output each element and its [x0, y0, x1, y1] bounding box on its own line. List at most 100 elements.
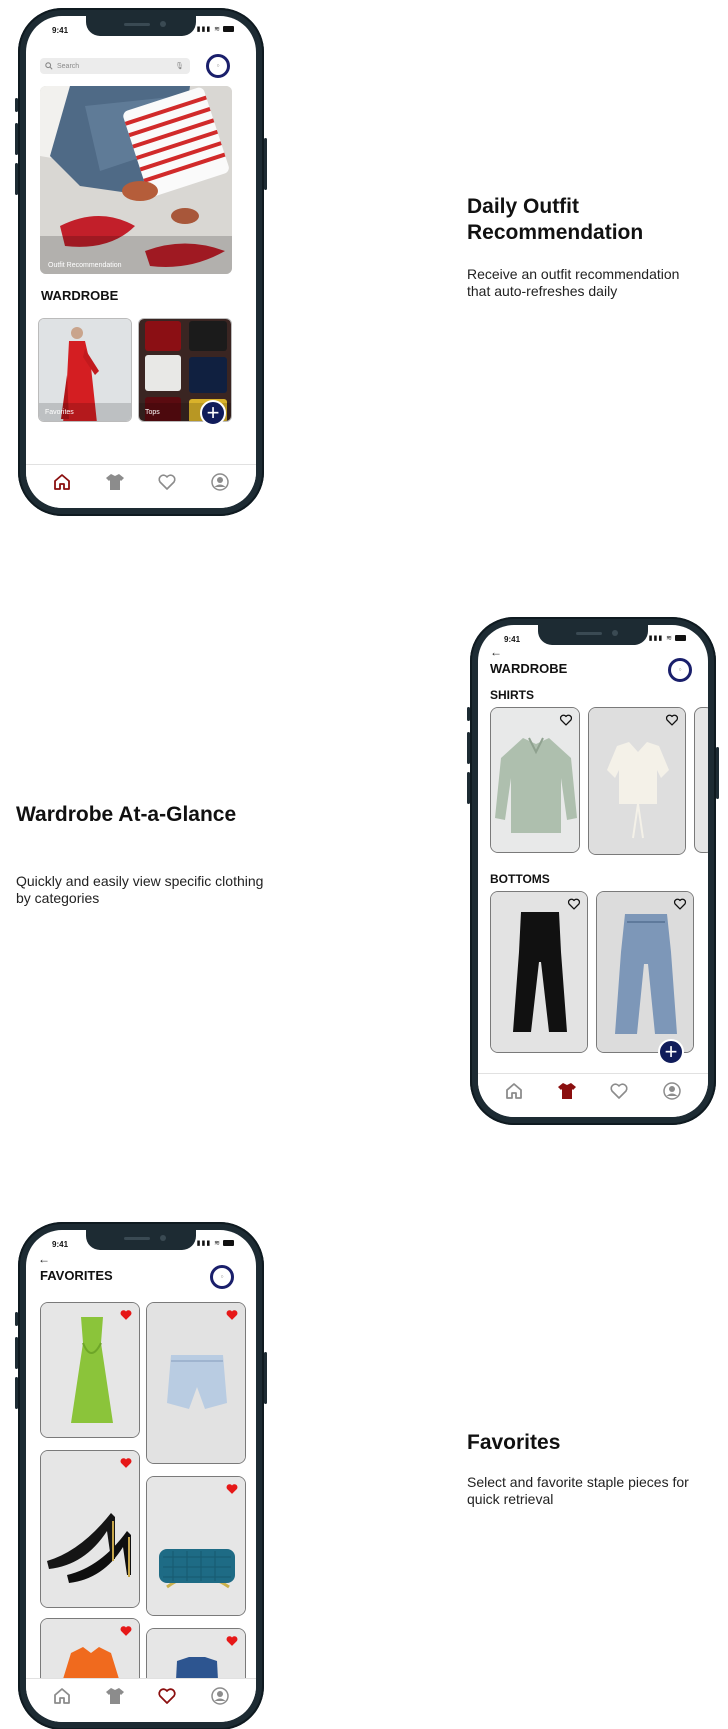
- home-screen: 9:41 ▮▮▮ ≋ Search 🎙 ○ Outfit Recommendat…: [26, 16, 256, 508]
- feature-title-outfit: Daily Outfit Recommendation: [467, 195, 644, 244]
- feature-desc-favorites: Select and favorite staple pieces for qu…: [467, 1474, 689, 1507]
- shirts-title: SHIRTS: [490, 688, 535, 702]
- avatar[interactable]: ○: [668, 658, 692, 682]
- favorite-card-shorts[interactable]: [146, 1302, 246, 1464]
- feature-title-wardrobe: Wardrobe At-a-Glance: [16, 803, 237, 826]
- plus-icon: +: [206, 400, 220, 425]
- notch: [538, 625, 648, 645]
- battery-icon: [223, 26, 234, 33]
- favorite-card-heels[interactable]: [40, 1450, 140, 1608]
- bottom-card-black[interactable]: [490, 891, 588, 1053]
- home-icon: [54, 473, 71, 490]
- tab-bar: [478, 1073, 708, 1117]
- showcase-canvas: 9:41 ▮▮▮ ≋ Search 🎙 ○ Outfit Recommendat…: [0, 0, 728, 1729]
- battery-icon: [675, 635, 686, 642]
- plus-icon: +: [664, 1039, 678, 1064]
- shirt-card-partial[interactable]: [694, 707, 708, 853]
- tab-bar: [26, 464, 256, 508]
- heart-icon[interactable]: [119, 1308, 133, 1322]
- jeans-photo: [597, 892, 693, 1052]
- shirt-icon: [557, 1082, 576, 1099]
- shirt-card-sage[interactable]: [490, 707, 580, 853]
- cream-top-photo: [589, 708, 685, 854]
- phone-favorites: 9:41 ▮▮▮ ≋ ← FAVORITES ○: [15, 1222, 267, 1729]
- feature-title-favorites: Favorites: [467, 1431, 561, 1454]
- profile-icon: [211, 1686, 229, 1705]
- tab-wardrobe[interactable]: [105, 472, 125, 492]
- search-input[interactable]: Search 🎙: [40, 58, 190, 74]
- heart-icon[interactable]: [225, 1482, 239, 1496]
- tab-profile[interactable]: [210, 1686, 230, 1706]
- home-icon: [506, 1082, 523, 1099]
- tab-wardrobe[interactable]: [105, 1686, 125, 1706]
- heart-icon[interactable]: [119, 1456, 133, 1470]
- favorites-page-title: FAVORITES: [40, 1268, 113, 1283]
- heart-icon: [610, 1082, 628, 1099]
- profile-icon: [663, 1081, 681, 1100]
- tab-home[interactable]: [504, 1081, 524, 1101]
- outfit-recommendation-card[interactable]: Outfit Recommendation: [40, 86, 232, 274]
- shorts-photo: [147, 1303, 245, 1463]
- avatar[interactable]: ○: [210, 1265, 234, 1289]
- wardrobe-screen: 9:41 ▮▮▮ ≋ ← WARDROBE ○ SHIRTS BOTTOMS +: [478, 625, 708, 1117]
- add-item-button[interactable]: +: [200, 400, 226, 426]
- profile-icon: [211, 472, 229, 491]
- heart-icon[interactable]: [225, 1634, 239, 1648]
- search-icon: [45, 62, 53, 70]
- heart-icon: [158, 473, 176, 490]
- status-time: 9:41: [504, 635, 521, 644]
- bottoms-title: BOTTOMS: [490, 872, 550, 886]
- tab-bar: [26, 1678, 256, 1722]
- feature-desc-wardrobe: Quickly and easily view specific clothin…: [16, 873, 264, 906]
- heart-icon[interactable]: [673, 897, 687, 911]
- heart-icon[interactable]: [119, 1624, 133, 1638]
- status-icons: ▮▮▮ ≋: [197, 25, 234, 33]
- wardrobe-title: WARDROBE: [41, 288, 119, 303]
- tab-wardrobe[interactable]: [557, 1081, 577, 1101]
- heels-photo: [41, 1451, 139, 1607]
- tab-home[interactable]: [52, 1686, 72, 1706]
- wardrobe-page-title: WARDROBE: [490, 661, 568, 676]
- avatar[interactable]: ○: [206, 54, 230, 78]
- shirt-card-cream[interactable]: [588, 707, 686, 855]
- favorites-card-label: Favorites: [45, 409, 74, 416]
- shirt-icon: [105, 1687, 124, 1704]
- mic-icon[interactable]: 🎙: [175, 62, 184, 70]
- status-time: 9:41: [52, 26, 69, 35]
- bottom-card-jeans[interactable]: [596, 891, 694, 1053]
- tab-favorites[interactable]: [157, 1686, 177, 1706]
- favorite-card-bag[interactable]: [146, 1476, 246, 1616]
- tab-favorites[interactable]: [609, 1081, 629, 1101]
- tab-profile[interactable]: [662, 1081, 682, 1101]
- bag-photo: [147, 1477, 245, 1615]
- green-dress-photo: [41, 1303, 139, 1437]
- favorite-card-green-dress[interactable]: [40, 1302, 140, 1438]
- feature-desc-outfit: Receive an outfit recommendation that au…: [467, 266, 680, 299]
- sage-shirt-photo: [491, 708, 579, 852]
- tab-profile[interactable]: [210, 472, 230, 492]
- heart-icon[interactable]: [225, 1308, 239, 1322]
- favorites-card[interactable]: Favorites: [38, 318, 132, 422]
- heart-icon[interactable]: [559, 713, 573, 727]
- black-pants-photo: [491, 892, 587, 1052]
- favorites-screen: 9:41 ▮▮▮ ≋ ← FAVORITES ○: [26, 1230, 256, 1722]
- back-arrow-icon[interactable]: ←: [38, 1252, 50, 1266]
- home-icon: [54, 1687, 71, 1704]
- add-item-button[interactable]: +: [658, 1039, 684, 1065]
- status-icons: ▮▮▮ ≋: [649, 634, 686, 642]
- search-placeholder: Search: [57, 62, 80, 70]
- tab-home[interactable]: [52, 472, 72, 492]
- status-icons: ▮▮▮ ≋: [197, 1239, 234, 1247]
- notch: [86, 1230, 196, 1250]
- back-arrow-icon[interactable]: ←: [490, 645, 502, 659]
- outfit-photo: [40, 86, 232, 274]
- favorites-photo: [39, 319, 131, 421]
- notch: [86, 16, 196, 36]
- hero-label: Outfit Recommendation: [48, 262, 122, 269]
- heart-icon[interactable]: [665, 713, 679, 727]
- shirt-icon: [105, 473, 124, 490]
- heart-icon[interactable]: [567, 897, 581, 911]
- tab-favorites[interactable]: [157, 472, 177, 492]
- phone-home: 9:41 ▮▮▮ ≋ Search 🎙 ○ Outfit Recommendat…: [15, 8, 267, 516]
- heart-icon: [158, 1687, 176, 1704]
